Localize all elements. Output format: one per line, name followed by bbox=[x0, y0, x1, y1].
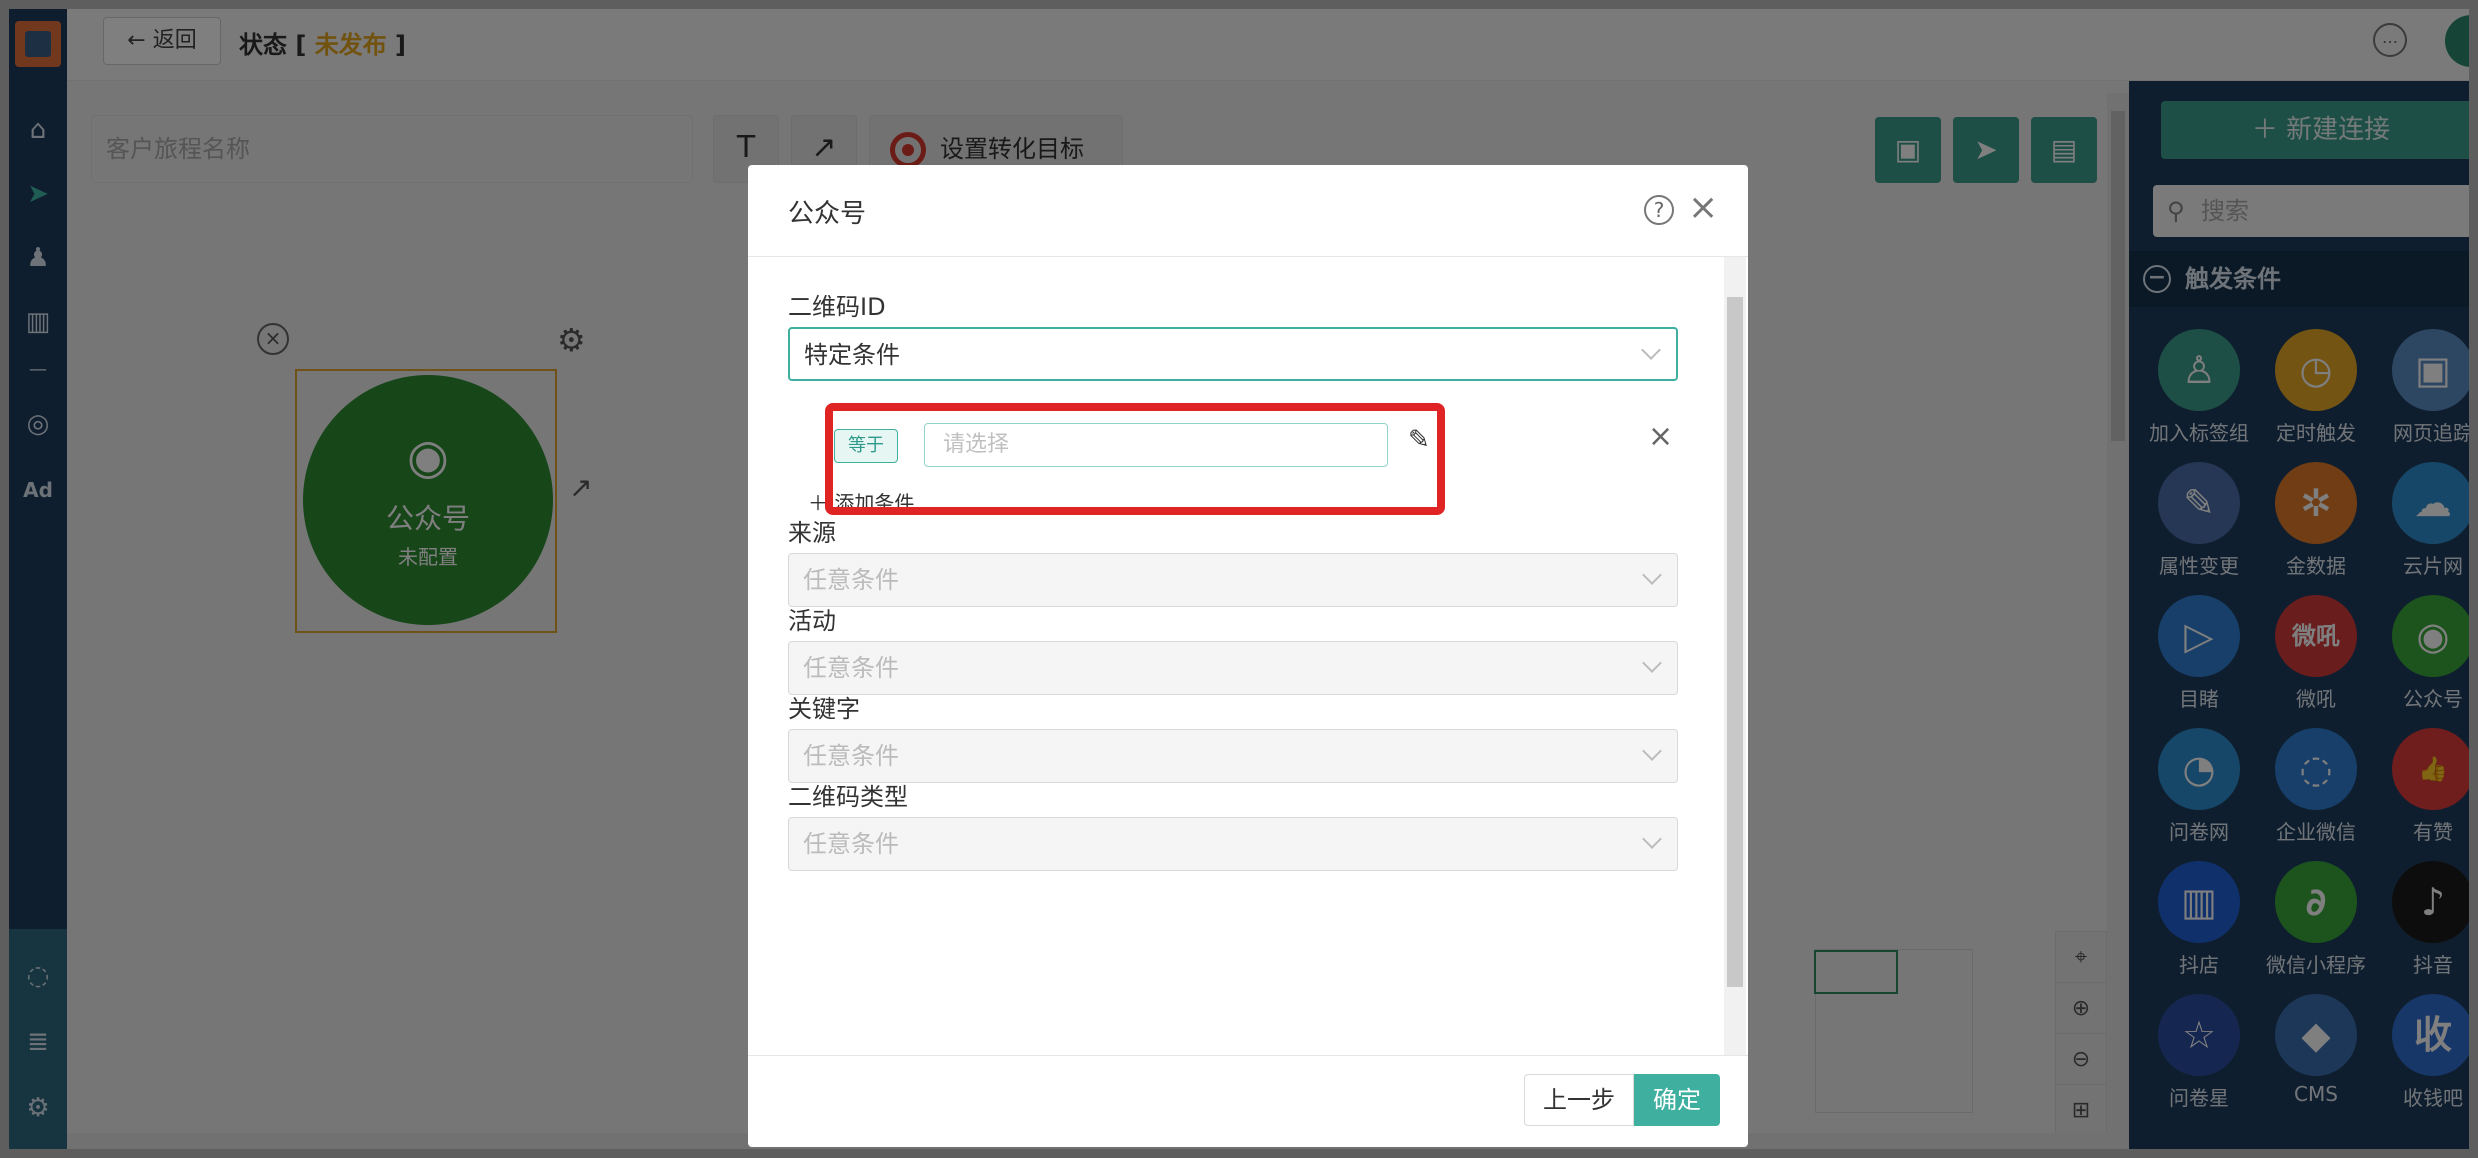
source-value: 任意条件 bbox=[803, 566, 899, 594]
field-label-qrcode-type: 二维码类型 bbox=[788, 783, 908, 811]
chevron-down-icon bbox=[1641, 340, 1661, 360]
dialog-scroll-thumb[interactable] bbox=[1727, 297, 1743, 987]
field-label-activity: 活动 bbox=[788, 607, 836, 635]
prev-step-button[interactable]: 上一步 bbox=[1524, 1074, 1634, 1126]
field-label-keyword: 关键字 bbox=[788, 695, 860, 723]
qrcode-type-select[interactable]: 任意条件 bbox=[788, 817, 1678, 871]
dialog-scrollbar[interactable] bbox=[1724, 257, 1746, 1055]
dialog-body: 二维码ID 特定条件 等于 请选择 ✎ × ＋ 添加条件 来源 任意条件 活动 … bbox=[748, 257, 1748, 1055]
dialog-title: 公众号 bbox=[788, 199, 867, 229]
qrcode-id-select[interactable]: 特定条件 bbox=[788, 327, 1678, 381]
qrcode-type-value: 任意条件 bbox=[803, 830, 899, 858]
qrcode-id-value: 特定条件 bbox=[804, 341, 900, 369]
dialog-header: 公众号 ? × bbox=[748, 165, 1748, 257]
field-label-qrcode-id: 二维码ID bbox=[788, 293, 886, 321]
close-icon[interactable]: × bbox=[1688, 187, 1718, 228]
field-label-source: 来源 bbox=[788, 519, 836, 547]
source-select[interactable]: 任意条件 bbox=[788, 553, 1678, 607]
keyword-value: 任意条件 bbox=[803, 742, 899, 770]
activity-value: 任意条件 bbox=[803, 654, 899, 682]
keyword-select[interactable]: 任意条件 bbox=[788, 729, 1678, 783]
remove-condition-icon[interactable]: × bbox=[1648, 419, 1673, 454]
highlight-annotation bbox=[825, 403, 1445, 515]
wechat-config-dialog: 公众号 ? × 二维码ID 特定条件 等于 请选择 ✎ × ＋ 添加条件 来源 … bbox=[748, 165, 1748, 1147]
chevron-down-icon bbox=[1642, 653, 1662, 673]
chevron-down-icon bbox=[1642, 829, 1662, 849]
app-window: ⌂ ➤ ♟ ▥ — ◎ Ad ◌ ≣ ⚙ ← 返回 状态 [ 未发布 ] … 客… bbox=[9, 9, 2469, 1149]
activity-select[interactable]: 任意条件 bbox=[788, 641, 1678, 695]
chevron-down-icon bbox=[1642, 741, 1662, 761]
chevron-down-icon bbox=[1642, 565, 1662, 585]
dialog-footer: 上一步 确定 bbox=[748, 1055, 1748, 1147]
help-icon[interactable]: ? bbox=[1644, 195, 1674, 225]
confirm-button[interactable]: 确定 bbox=[1634, 1074, 1720, 1126]
